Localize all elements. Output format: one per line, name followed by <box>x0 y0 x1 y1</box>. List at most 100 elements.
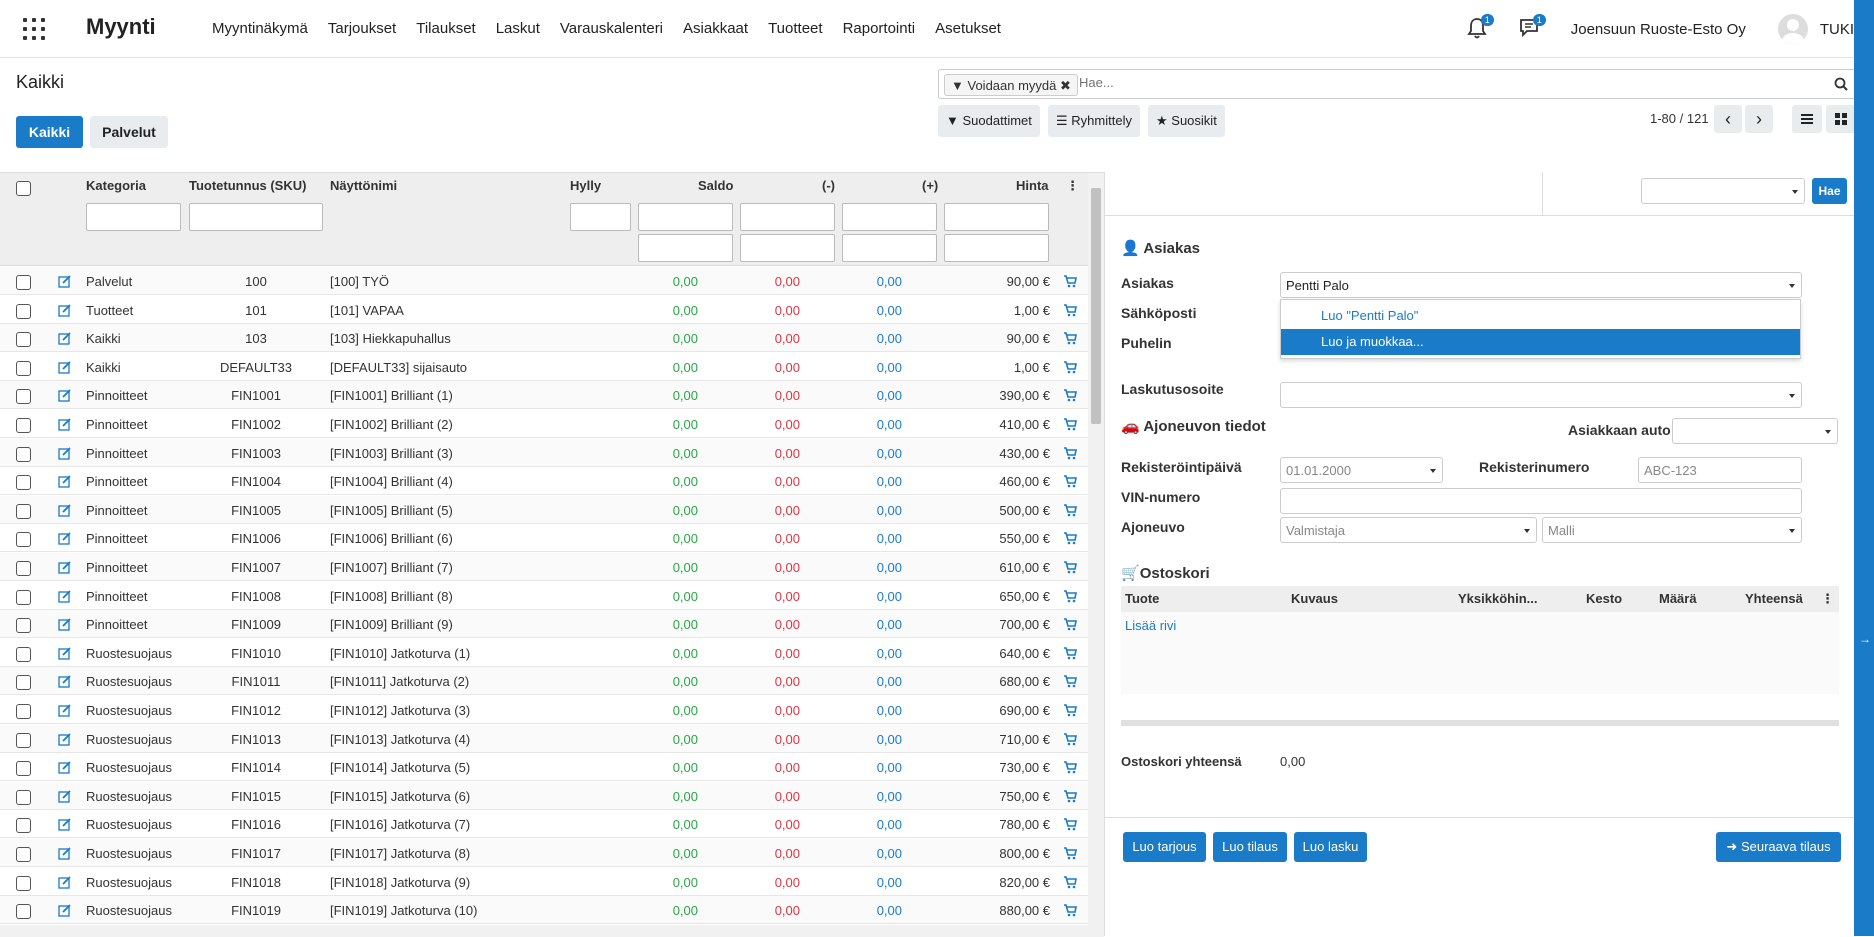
maker-select[interactable]: Valmistaja <box>1280 517 1537 543</box>
add-to-cart-icon[interactable] <box>1063 360 1077 374</box>
create-and-edit-option[interactable]: Luo ja muokkaa... <box>1281 329 1800 355</box>
menu-item-laskut[interactable]: Laskut <box>496 20 540 37</box>
edit-icon[interactable] <box>58 561 72 574</box>
add-to-cart-icon[interactable] <box>1063 732 1077 746</box>
panel-select[interactable] <box>1641 178 1805 204</box>
add-to-cart-icon[interactable] <box>1063 618 1077 631</box>
header-saldo[interactable]: Saldo <box>698 178 733 193</box>
table-row[interactable]: Pinnoitteet FIN1006 [FIN1006] Brilliant (6… <box>0 524 1088 553</box>
row-checkbox[interactable] <box>16 761 31 777</box>
row-checkbox[interactable] <box>16 275 31 290</box>
cart-col-description[interactable]: Kuvaus <box>1291 591 1338 606</box>
row-checkbox[interactable] <box>16 561 31 576</box>
edit-icon[interactable] <box>58 418 72 431</box>
table-row[interactable]: Ruostesuojaus FIN1010 [FIN1010] Jatkoturva… <box>0 639 1088 667</box>
table-row[interactable]: Ruostesuojaus FIN1012 [FIN1012] Jatkoturva… <box>0 696 1088 724</box>
next-order-button[interactable]: ➜ Seuraava tilaus <box>1716 832 1841 862</box>
filter-sku-input[interactable] <box>189 203 323 231</box>
table-row[interactable]: Pinnoitteet FIN1009 [FIN1009] Brilliant (9… <box>0 610 1088 639</box>
edit-icon[interactable] <box>58 875 72 889</box>
filters-button[interactable]: ▼ Suodattimet <box>938 105 1040 137</box>
add-to-cart-icon[interactable] <box>1063 704 1077 717</box>
add-to-cart-icon[interactable] <box>1063 589 1077 603</box>
select-all-checkbox[interactable] <box>16 181 31 196</box>
edit-icon[interactable] <box>58 589 72 603</box>
menu-item-asiakkaat[interactable]: Asiakkaat <box>683 20 748 37</box>
table-row[interactable]: Ruostesuojaus FIN1017 [FIN1017] Jatkoturva… <box>0 839 1088 867</box>
filter-saldo-max-input[interactable] <box>638 234 733 262</box>
add-to-cart-icon[interactable] <box>1063 446 1077 460</box>
add-row-link[interactable]: Lisää rivi <box>1125 618 1176 633</box>
edit-icon[interactable] <box>58 732 72 746</box>
group-by-button[interactable]: ☰ Ryhmittely <box>1048 105 1140 137</box>
add-to-cart-icon[interactable] <box>1063 789 1077 803</box>
edit-icon[interactable] <box>58 361 72 374</box>
filter-minus-max-input[interactable] <box>740 234 835 262</box>
header-name[interactable]: Näyttönimi <box>330 178 397 193</box>
header-plus[interactable]: (+) <box>922 178 938 193</box>
add-to-cart-icon[interactable] <box>1063 532 1077 545</box>
table-row[interactable]: Palvelut 100 [100] TYÖ 0,00 0,00 0,00 90,00 € <box>0 267 1088 295</box>
header-price[interactable]: Hinta <box>1016 178 1049 193</box>
search-bar[interactable]: ▼ Voidaan myydä ✖ <box>938 69 1857 99</box>
row-checkbox[interactable] <box>16 875 31 891</box>
table-row[interactable]: Pinnoitteet FIN1005 [FIN1005] Brilliant (5… <box>0 495 1088 524</box>
pager-value[interactable]: 1-80 / 121 <box>1650 111 1709 126</box>
table-row[interactable]: Pinnoitteet FIN1002 [FIN1002] Brilliant (2… <box>0 410 1088 438</box>
row-checkbox[interactable] <box>16 389 31 405</box>
edit-icon[interactable] <box>58 818 72 832</box>
scrollbar-thumb[interactable] <box>1091 188 1101 424</box>
cart-column-options-icon[interactable]: ⋮ <box>1821 591 1834 607</box>
row-checkbox[interactable] <box>16 847 31 862</box>
edit-icon[interactable] <box>58 504 72 517</box>
header-sku[interactable]: Tuotetunnus (SKU) <box>189 178 306 193</box>
list-scrollbar[interactable] <box>1088 173 1104 937</box>
favorites-button[interactable]: ★ Suosikit <box>1148 105 1225 137</box>
row-checkbox[interactable] <box>16 904 31 920</box>
add-to-cart-icon[interactable] <box>1063 275 1077 288</box>
row-checkbox[interactable] <box>16 446 31 462</box>
pager-previous-icon[interactable]: ‹ <box>1714 105 1742 133</box>
menu-item-asetukset[interactable]: Asetukset <box>935 20 1001 37</box>
cart-col-unit-price[interactable]: Yksikköhin... <box>1458 591 1537 606</box>
row-checkbox[interactable] <box>16 503 31 519</box>
filter-plus-max-input[interactable] <box>842 234 937 262</box>
add-to-cart-icon[interactable] <box>1063 847 1077 860</box>
all-button[interactable]: Kaikki <box>16 116 83 148</box>
filter-minus-min-input[interactable] <box>740 203 835 231</box>
cart-col-duration[interactable]: Kesto <box>1586 591 1622 606</box>
cart-col-product[interactable]: Tuote <box>1125 591 1159 606</box>
hae-button[interactable]: Hae <box>1812 178 1847 204</box>
horizontal-scrollbar[interactable] <box>0 925 1104 937</box>
cart-col-quantity[interactable]: Määrä <box>1659 591 1697 606</box>
row-checkbox[interactable] <box>16 818 31 834</box>
company-switcher[interactable]: Joensuun Ruoste-Esto Oy <box>1571 21 1746 38</box>
edit-icon[interactable] <box>58 675 72 689</box>
app-brand[interactable]: Myynti <box>86 14 156 40</box>
search-facet[interactable]: ▼ Voidaan myydä ✖ <box>944 74 1078 96</box>
filter-saldo-min-input[interactable] <box>638 203 733 231</box>
chat-icon[interactable]: 1 <box>1519 14 1546 41</box>
edit-icon[interactable] <box>58 389 72 403</box>
row-checkbox[interactable] <box>16 475 31 491</box>
cart-col-total[interactable]: Yhteensä <box>1745 591 1803 606</box>
filter-plus-min-input[interactable] <box>842 203 937 231</box>
table-row[interactable]: Pinnoitteet FIN1008 [FIN1008] Brilliant (8… <box>0 582 1088 610</box>
edit-icon[interactable] <box>58 904 72 917</box>
table-row[interactable]: Pinnoitteet FIN1007 [FIN1007] Brilliant (7… <box>0 553 1088 581</box>
menu-item-tilaukset[interactable]: Tilaukset <box>416 20 475 37</box>
add-to-cart-icon[interactable] <box>1063 503 1077 517</box>
row-checkbox[interactable] <box>16 303 31 319</box>
create-order-button[interactable]: Luo tilaus <box>1213 832 1287 862</box>
row-checkbox[interactable] <box>16 589 31 605</box>
edit-icon[interactable] <box>58 618 72 631</box>
menu-item-myyntinakyma[interactable]: Myyntinäkymä <box>212 20 308 37</box>
edit-icon[interactable] <box>58 704 72 717</box>
table-row[interactable]: Ruostesuojaus FIN1011 [FIN1011] Jatkoturva… <box>0 667 1088 696</box>
edit-icon[interactable] <box>58 847 72 860</box>
pager-next-icon[interactable]: › <box>1745 105 1773 133</box>
reg-date-input[interactable]: 01.01.2000 <box>1280 457 1443 483</box>
filter-price-min-input[interactable] <box>944 203 1049 231</box>
reg-number-input[interactable]: ABC-123 <box>1638 457 1802 483</box>
remove-facet-icon[interactable]: ✖ <box>1060 78 1071 93</box>
